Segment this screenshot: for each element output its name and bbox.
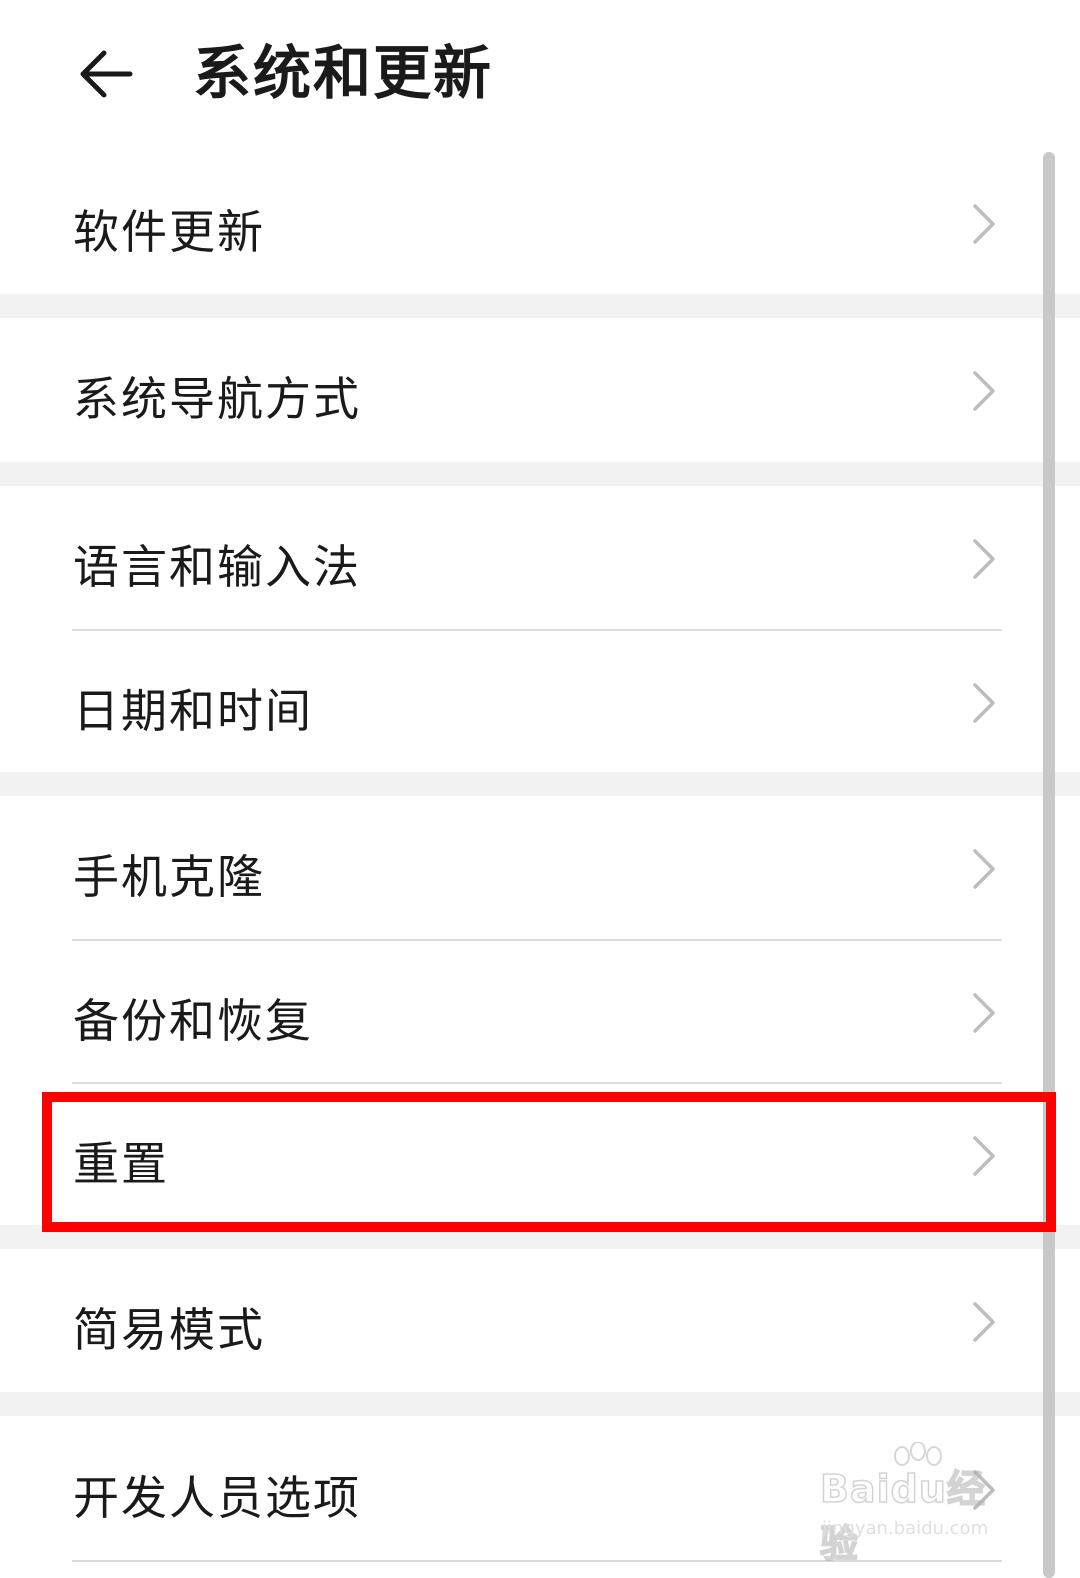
menu-item-phone-clone[interactable]: 手机克隆 xyxy=(0,796,1043,939)
chevron-right-icon xyxy=(973,204,995,244)
chevron-right-icon xyxy=(973,539,995,579)
row-divider xyxy=(72,1560,1002,1562)
menu-item-developer-options[interactable]: 开发人员选项 xyxy=(0,1416,1043,1560)
chevron-right-icon xyxy=(973,1302,995,1342)
menu-item-backup-restore[interactable]: 备份和恢复 xyxy=(0,941,1043,1082)
page-title: 系统和更新 xyxy=(193,39,494,107)
section-gap xyxy=(0,772,1080,796)
app-bar: 系统和更新 xyxy=(0,0,1080,150)
section-gap xyxy=(0,1392,1080,1416)
scrollbar[interactable] xyxy=(1043,152,1055,1578)
menu-item-reset[interactable]: 重置 xyxy=(0,1084,1043,1225)
chevron-right-icon xyxy=(973,683,995,723)
chevron-right-icon xyxy=(973,371,995,411)
chevron-right-icon xyxy=(973,1470,995,1510)
menu-item-label: 开发人员选项 xyxy=(73,1471,361,1525)
chevron-right-icon xyxy=(973,993,995,1033)
menu-item-label: 语言和输入法 xyxy=(73,540,361,594)
menu-item-language-input[interactable]: 语言和输入法 xyxy=(0,486,1043,629)
menu-item-label: 备份和恢复 xyxy=(73,994,313,1048)
menu-item-label: 简易模式 xyxy=(73,1303,265,1357)
menu-item-system-navigation[interactable]: 系统导航方式 xyxy=(0,318,1043,462)
chevron-right-icon xyxy=(973,849,995,889)
section-gap xyxy=(0,462,1080,486)
chevron-right-icon xyxy=(973,1136,995,1176)
menu-item-label: 手机克隆 xyxy=(73,850,265,904)
menu-item-software-update[interactable]: 软件更新 xyxy=(0,152,1043,294)
menu-item-label: 系统导航方式 xyxy=(73,372,361,426)
menu-item-label: 日期和时间 xyxy=(73,684,313,738)
menu-item-label: 重置 xyxy=(73,1137,169,1191)
menu-item-simple-mode[interactable]: 简易模式 xyxy=(0,1249,1043,1392)
section-gap xyxy=(0,1225,1080,1249)
settings-screen: 系统和更新 软件更新 系统导航方式 语言和输入法 日期和时间 手机克隆 备份和恢… xyxy=(0,0,1080,1578)
back-arrow-icon xyxy=(80,50,133,98)
menu-item-label: 软件更新 xyxy=(73,205,265,259)
back-button[interactable] xyxy=(68,36,144,112)
section-gap xyxy=(0,294,1080,318)
menu-item-date-time[interactable]: 日期和时间 xyxy=(0,631,1043,772)
